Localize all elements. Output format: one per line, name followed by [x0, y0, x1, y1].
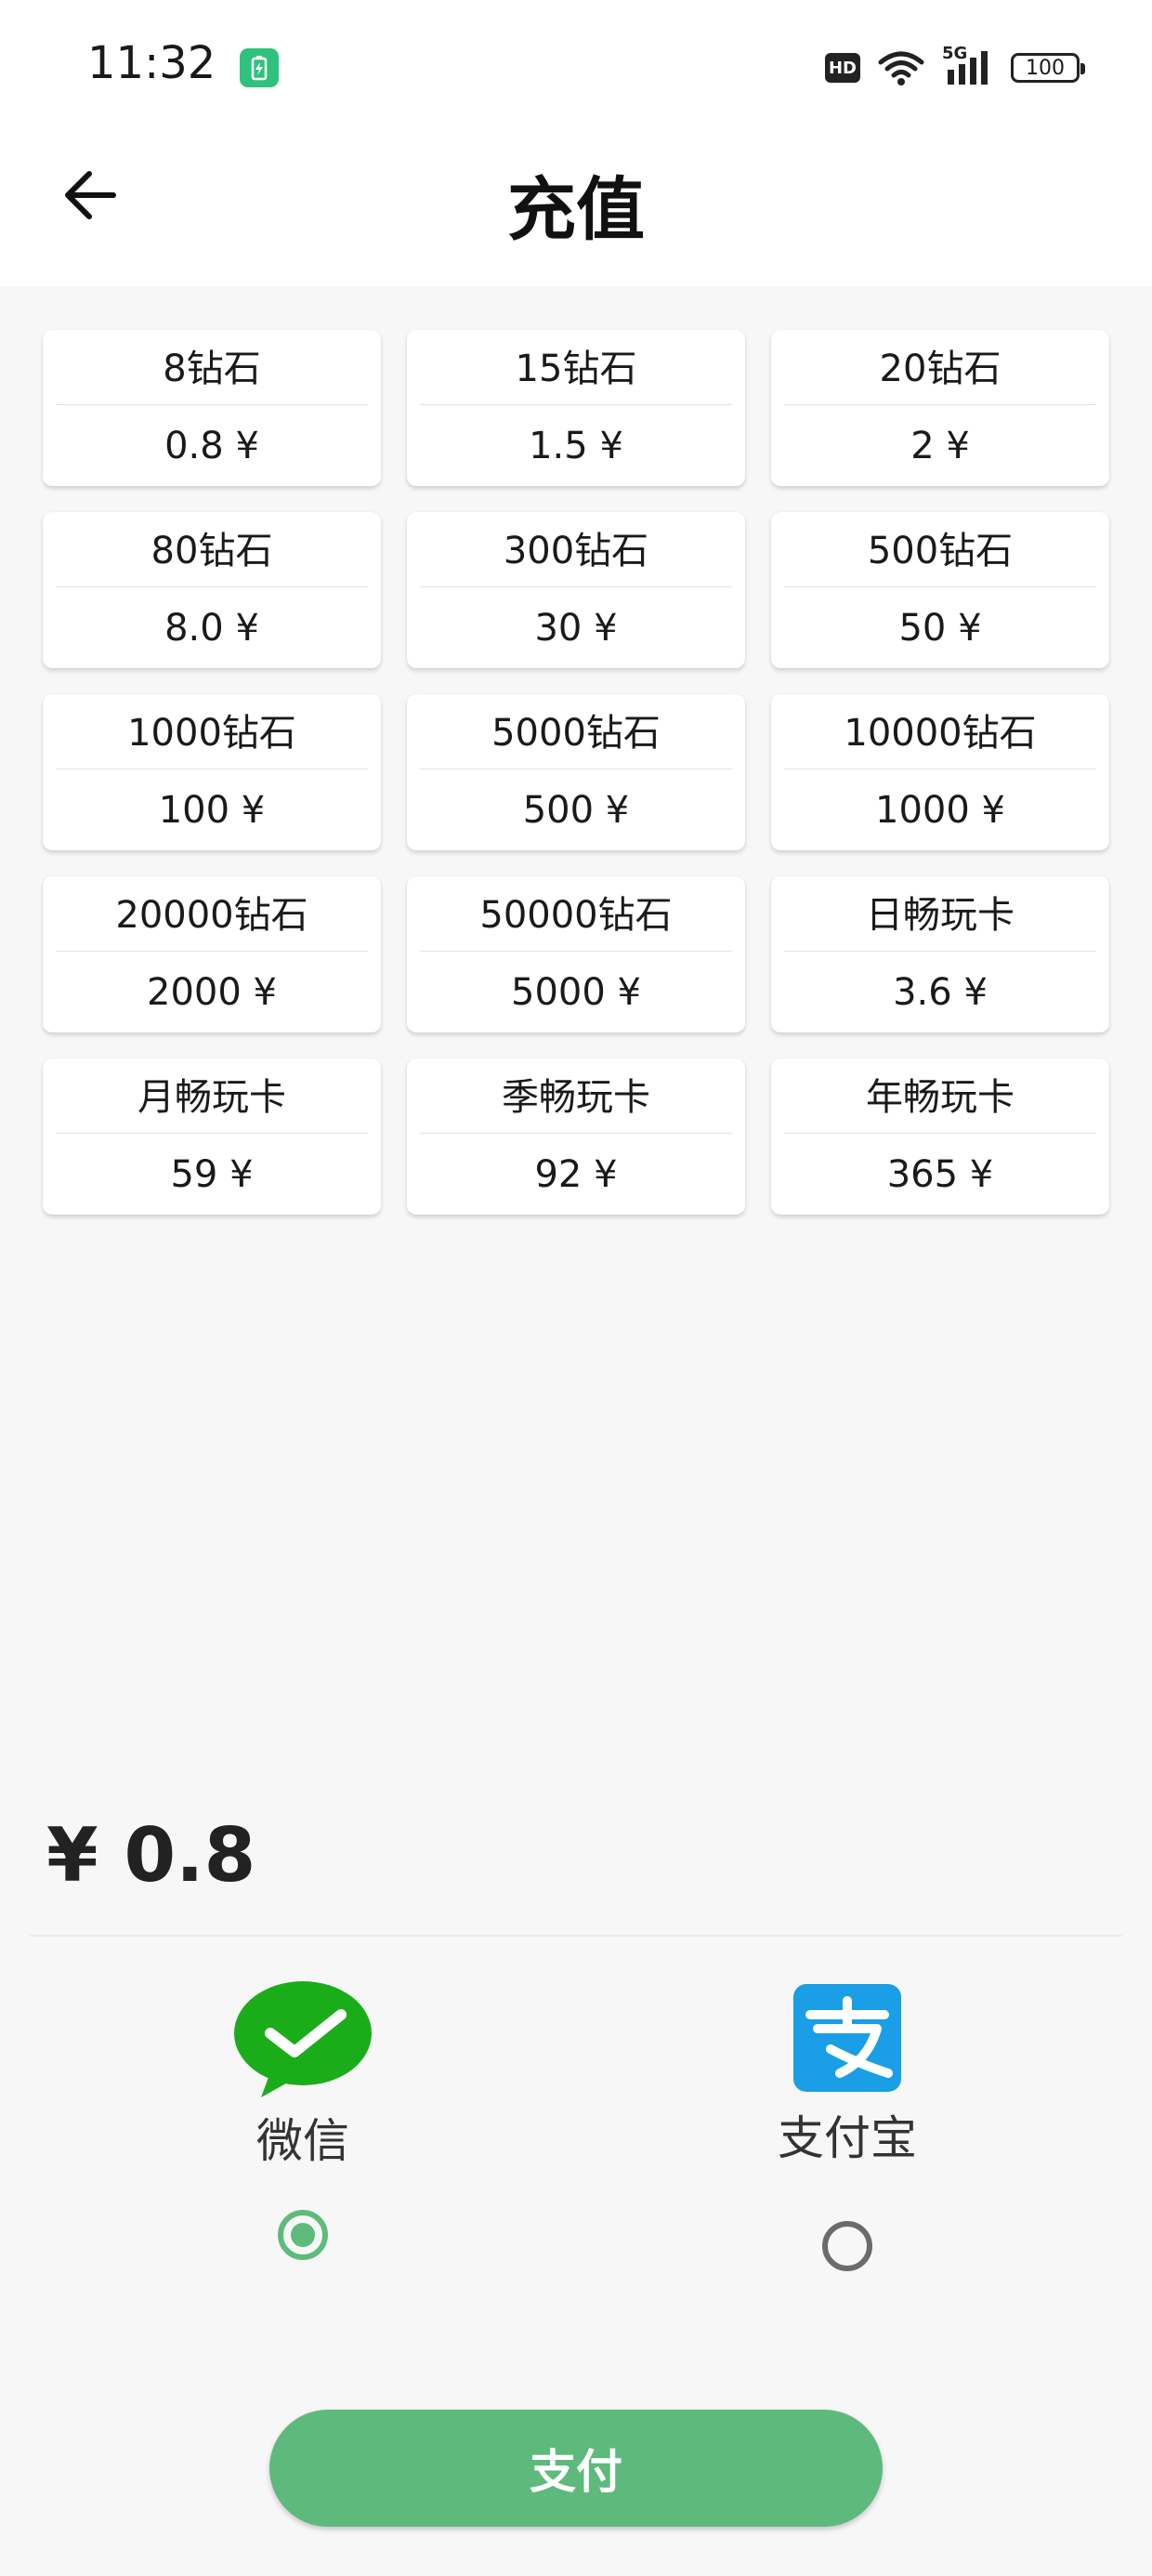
package-name: 15钻石 — [420, 330, 732, 405]
package-name: 20000钻石 — [56, 876, 368, 952]
total-amount: ¥ 0.8 — [46, 1812, 256, 1899]
package-price: 1.5 ¥ — [529, 425, 623, 467]
wifi-icon — [878, 51, 924, 85]
package-name: 1000钻石 — [56, 694, 368, 769]
wechat-icon — [234, 1981, 372, 2097]
package-name: 日畅玩卡 — [784, 876, 1096, 952]
package-card[interactable]: 50000钻石 5000 ¥ — [407, 876, 745, 1032]
pay-button[interactable]: 支付 — [269, 2410, 883, 2527]
package-price: 2 ¥ — [910, 425, 970, 467]
wechat-radio-button[interactable] — [278, 2210, 328, 2260]
package-card[interactable]: 年畅玩卡 365 ¥ — [771, 1058, 1109, 1215]
package-name: 5000钻石 — [420, 694, 732, 769]
divider — [30, 1935, 1122, 1937]
package-name: 50000钻石 — [420, 876, 732, 952]
package-card[interactable]: 20钻石 2 ¥ — [771, 330, 1109, 486]
cellular-signal-icon: 5G — [942, 44, 994, 86]
package-price: 5000 ¥ — [511, 971, 641, 1014]
package-name: 年畅玩卡 — [784, 1058, 1096, 1134]
package-card[interactable]: 500钻石 50 ¥ — [771, 512, 1109, 668]
battery-charging-icon — [240, 48, 279, 87]
package-price: 92 ¥ — [534, 1153, 618, 1196]
status-bar: 11:32 HD 5G 100 — [0, 0, 1152, 139]
app-bar: 充值 — [0, 139, 1152, 286]
package-name: 300钻石 — [420, 512, 732, 587]
package-price: 0.8 ¥ — [164, 425, 259, 467]
battery-indicator: 100 — [1011, 53, 1085, 83]
package-name: 500钻石 — [784, 512, 1096, 587]
package-card[interactable]: 15钻石 1.5 ¥ — [407, 330, 745, 486]
package-card[interactable]: 1000钻石 100 ¥ — [43, 694, 381, 850]
package-name: 20钻石 — [784, 330, 1096, 405]
package-name: 80钻石 — [56, 512, 368, 587]
package-card[interactable]: 季畅玩卡 92 ¥ — [407, 1058, 745, 1215]
hd-icon: HD — [825, 53, 860, 83]
package-price: 1000 ¥ — [875, 789, 1005, 832]
package-name: 月畅玩卡 — [56, 1058, 368, 1134]
package-price: 59 ¥ — [170, 1153, 254, 1196]
status-icons: HD 5G 100 — [825, 44, 1085, 91]
payment-option-wechat[interactable]: 微信 — [164, 1979, 442, 2171]
package-price: 365 ¥ — [886, 1153, 994, 1196]
package-card[interactable]: 日畅玩卡 3.6 ¥ — [771, 876, 1109, 1032]
package-price: 500 ¥ — [522, 789, 630, 832]
package-card[interactable]: 80钻石 8.0 ¥ — [43, 512, 381, 668]
package-price: 2000 ¥ — [147, 971, 277, 1014]
package-card[interactable]: 20000钻石 2000 ¥ — [43, 876, 381, 1032]
alipay-radio-button[interactable] — [822, 2221, 872, 2271]
status-time: 11:32 — [87, 37, 216, 89]
package-card[interactable]: 300钻石 30 ¥ — [407, 512, 745, 668]
payment-label-alipay: 支付宝 — [778, 2111, 917, 2165]
package-card[interactable]: 月畅玩卡 59 ¥ — [43, 1058, 381, 1215]
package-price: 3.6 ¥ — [893, 971, 988, 1014]
package-name: 季畅玩卡 — [420, 1058, 732, 1134]
page-title: 充值 — [507, 170, 645, 250]
package-price: 30 ¥ — [534, 607, 618, 650]
package-name: 8钻石 — [56, 330, 368, 405]
alipay-icon — [793, 1984, 901, 2092]
payment-label-wechat: 微信 — [256, 2114, 349, 2168]
package-name: 10000钻石 — [784, 694, 1096, 769]
payment-option-alipay[interactable]: 支付宝 — [708, 1979, 987, 2168]
package-price: 50 ¥ — [898, 607, 982, 650]
package-price: 100 ¥ — [158, 789, 266, 832]
package-card[interactable]: 8钻石 0.8 ¥ — [43, 330, 381, 486]
package-card[interactable]: 10000钻石 1000 ¥ — [771, 694, 1109, 850]
package-card[interactable]: 5000钻石 500 ¥ — [407, 694, 745, 850]
package-grid: 8钻石 0.8 ¥15钻石 1.5 ¥20钻石 2 ¥80钻石 8.0 ¥300钻石 30… — [43, 330, 1109, 1215]
package-price: 8.0 ¥ — [164, 607, 259, 650]
